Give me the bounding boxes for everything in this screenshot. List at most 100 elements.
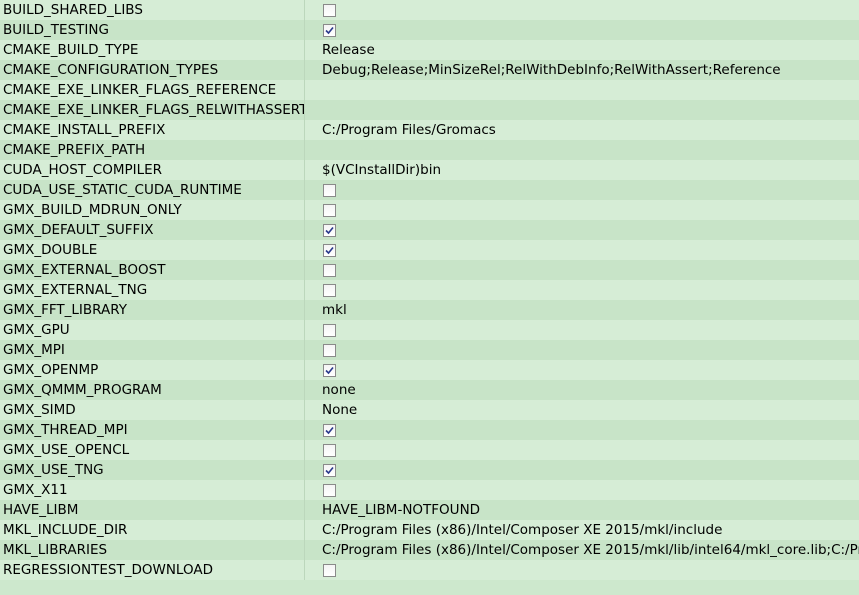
variable-value-cell[interactable]: mkl — [305, 300, 859, 320]
variable-value-cell[interactable]: HAVE_LIBM-NOTFOUND — [305, 500, 859, 520]
checkmark-icon — [325, 426, 334, 434]
table-row[interactable]: GMX_QMMM_PROGRAM none — [0, 380, 859, 400]
checkbox-checked[interactable] — [323, 463, 336, 477]
table-row[interactable]: BUILD_TESTING — [0, 20, 859, 40]
checkbox-checked[interactable] — [323, 223, 336, 237]
table-row[interactable]: GMX_BUILD_MDRUN_ONLY — [0, 200, 859, 220]
table-row[interactable]: MKL_INCLUDE_DIR C:/Program Files (x86)/In… — [0, 520, 859, 540]
checkbox-unchecked[interactable] — [323, 3, 336, 17]
table-row[interactable]: GMX_X11 — [0, 480, 859, 500]
variable-name: GMX_DEFAULT_SUFFIX — [0, 220, 305, 240]
checkmark-icon — [325, 466, 334, 474]
variable-value-text: Debug;Release;MinSizeRel;RelWithDebInfo;… — [322, 62, 781, 78]
variable-value-text: HAVE_LIBM-NOTFOUND — [322, 502, 481, 518]
variable-value-cell[interactable] — [305, 320, 859, 340]
variable-value-cell[interactable]: $(VCInstallDir)bin — [305, 160, 859, 180]
table-row[interactable]: GMX_DOUBLE — [0, 240, 859, 260]
checkbox-unchecked[interactable] — [323, 323, 336, 337]
variable-name: GMX_X11 — [0, 480, 305, 500]
variable-value-cell[interactable] — [305, 460, 859, 480]
checkbox-unchecked[interactable] — [323, 203, 336, 217]
table-row[interactable]: CUDA_HOST_COMPILER $(VCInstallDir)bin — [0, 160, 859, 180]
checkbox-unchecked[interactable] — [323, 343, 336, 357]
variable-name: GMX_EXTERNAL_TNG — [0, 280, 305, 300]
table-row[interactable]: GMX_USE_OPENCL — [0, 440, 859, 460]
checkbox-checked[interactable] — [323, 363, 336, 377]
variable-name: MKL_LIBRARIES — [0, 540, 305, 560]
table-row[interactable]: GMX_GPU — [0, 320, 859, 340]
variable-value-cell[interactable]: Release — [305, 40, 859, 60]
table-row[interactable]: BUILD_SHARED_LIBS — [0, 0, 859, 20]
table-row[interactable]: GMX_EXTERNAL_TNG — [0, 280, 859, 300]
checkmark-icon — [325, 366, 334, 374]
checkbox-checked[interactable] — [323, 243, 336, 257]
variable-value-cell[interactable] — [305, 260, 859, 280]
variable-value-cell[interactable] — [305, 240, 859, 260]
variable-name: GMX_EXTERNAL_BOOST — [0, 260, 305, 280]
table-row[interactable]: GMX_OPENMP — [0, 360, 859, 380]
variable-name: CMAKE_BUILD_TYPE — [0, 40, 305, 60]
table-row[interactable]: GMX_THREAD_MPI — [0, 420, 859, 440]
table-row[interactable]: MKL_LIBRARIES C:/Program Files (x86)/Inte… — [0, 540, 859, 560]
variable-value-cell[interactable] — [305, 200, 859, 220]
variable-value-cell[interactable] — [305, 180, 859, 200]
table-row[interactable]: CMAKE_EXE_LINKER_FLAGS_REFERENCE — [0, 80, 859, 100]
table-row[interactable]: CUDA_USE_STATIC_CUDA_RUNTIME — [0, 180, 859, 200]
variable-name: CMAKE_EXE_LINKER_FLAGS_RELWITHASSERT — [0, 100, 305, 120]
variable-name: GMX_BUILD_MDRUN_ONLY — [0, 200, 305, 220]
variable-value-cell[interactable] — [305, 560, 859, 580]
variable-value-cell[interactable]: C:/Program Files (x86)/Intel/Composer XE… — [305, 520, 859, 540]
checkbox-checked[interactable] — [323, 23, 336, 37]
checkbox-unchecked[interactable] — [323, 263, 336, 277]
table-row[interactable]: GMX_USE_TNG — [0, 460, 859, 480]
variable-value-cell[interactable] — [305, 420, 859, 440]
variable-value-cell[interactable] — [305, 80, 859, 100]
variable-value-cell[interactable] — [305, 340, 859, 360]
table-row[interactable]: HAVE_LIBM HAVE_LIBM-NOTFOUND — [0, 500, 859, 520]
variable-value-text: None — [322, 402, 358, 418]
variable-name: GMX_GPU — [0, 320, 305, 340]
checkbox-unchecked[interactable] — [323, 183, 336, 197]
variable-value-cell[interactable] — [305, 440, 859, 460]
checkmark-icon — [325, 246, 334, 254]
variable-value-cell[interactable] — [305, 220, 859, 240]
variable-name: GMX_USE_TNG — [0, 460, 305, 480]
variable-value-cell[interactable] — [305, 20, 859, 40]
variable-value-text: mkl — [322, 302, 347, 318]
variable-value-cell[interactable]: Debug;Release;MinSizeRel;RelWithDebInfo;… — [305, 60, 859, 80]
variable-name: MKL_INCLUDE_DIR — [0, 520, 305, 540]
variable-value-cell[interactable]: C:/Program Files (x86)/Intel/Composer XE… — [305, 540, 859, 560]
checkbox-unchecked[interactable] — [323, 563, 336, 577]
checkbox-checked[interactable] — [323, 423, 336, 437]
variable-name: CMAKE_CONFIGURATION_TYPES — [0, 60, 305, 80]
checkbox-unchecked[interactable] — [323, 443, 336, 457]
variable-value-text: C:/Program Files/Gromacs — [322, 122, 496, 138]
variable-value-cell[interactable] — [305, 480, 859, 500]
variable-value-cell[interactable] — [305, 140, 859, 160]
variable-value-cell[interactable] — [305, 280, 859, 300]
table-row[interactable]: CMAKE_PREFIX_PATH — [0, 140, 859, 160]
table-row[interactable]: CMAKE_EXE_LINKER_FLAGS_RELWITHASSERT — [0, 100, 859, 120]
table-row[interactable]: GMX_FFT_LIBRARY mkl — [0, 300, 859, 320]
checkbox-unchecked[interactable] — [323, 483, 336, 497]
table-row[interactable]: GMX_EXTERNAL_BOOST — [0, 260, 859, 280]
variable-value-cell[interactable]: none — [305, 380, 859, 400]
checkbox-unchecked[interactable] — [323, 283, 336, 297]
variable-value-cell[interactable]: None — [305, 400, 859, 420]
table-row[interactable]: CMAKE_INSTALL_PREFIX C:/Program Files/Gro… — [0, 120, 859, 140]
table-row[interactable]: GMX_MPI — [0, 340, 859, 360]
variable-name: REGRESSIONTEST_DOWNLOAD — [0, 560, 305, 580]
variable-name: CUDA_USE_STATIC_CUDA_RUNTIME — [0, 180, 305, 200]
table-row[interactable]: GMX_DEFAULT_SUFFIX — [0, 220, 859, 240]
table-row[interactable]: CMAKE_CONFIGURATION_TYPES Debug;Release;M… — [0, 60, 859, 80]
variable-value-cell[interactable] — [305, 360, 859, 380]
table-row[interactable]: CMAKE_BUILD_TYPE Release — [0, 40, 859, 60]
table-row[interactable]: REGRESSIONTEST_DOWNLOAD — [0, 560, 859, 580]
variable-name: GMX_THREAD_MPI — [0, 420, 305, 440]
variable-name: CMAKE_EXE_LINKER_FLAGS_REFERENCE — [0, 80, 305, 100]
variable-value-cell[interactable] — [305, 100, 859, 120]
table-row[interactable]: GMX_SIMD None — [0, 400, 859, 420]
variable-value-cell[interactable]: C:/Program Files/Gromacs — [305, 120, 859, 140]
variable-value-cell[interactable] — [305, 0, 859, 20]
variable-name: BUILD_SHARED_LIBS — [0, 0, 305, 20]
